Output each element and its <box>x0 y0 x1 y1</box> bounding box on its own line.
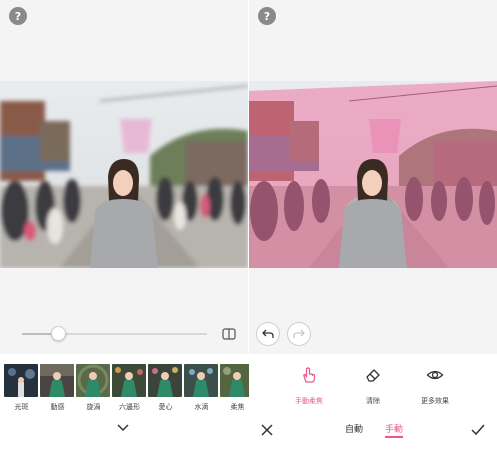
tool-manual-soft-focus[interactable]: 手動柔焦 <box>279 366 339 406</box>
tab-manual[interactable]: 手動 <box>385 422 403 435</box>
manual-tools-panel: 手動柔焦 清除 更多效果 自動 手動 <box>249 354 497 450</box>
filter-item-heart[interactable]: 愛心 <box>148 364 183 412</box>
filter-thumbnail <box>112 364 146 397</box>
filter-item-swirl[interactable]: 旋渦 <box>76 364 111 412</box>
checkmark-icon[interactable] <box>471 424 485 436</box>
mask-photo-preview[interactable] <box>249 81 497 268</box>
tool-clear[interactable]: 清除 <box>343 366 403 406</box>
tab-auto[interactable]: 自動 <box>345 422 363 435</box>
filter-thumbnail <box>40 364 74 397</box>
filter-thumbnail <box>148 364 182 397</box>
redo-icon <box>293 329 305 338</box>
photo-preview <box>0 81 248 268</box>
undo-icon <box>262 329 274 338</box>
chevron-down-icon[interactable] <box>116 422 130 432</box>
eye-icon <box>426 370 444 380</box>
filter-list: 光斑 動感 旋渦 六邊形 愛心 水滴 柔焦 <box>4 364 255 412</box>
filter-item-droplet[interactable]: 水滴 <box>184 364 219 412</box>
filter-thumbnail <box>76 364 110 397</box>
blur-slider-track[interactable] <box>22 333 207 335</box>
mode-bar: 自動 手動 <box>249 420 497 442</box>
filter-thumbnail <box>4 364 38 397</box>
blur-slider-knob[interactable] <box>51 326 66 341</box>
active-tab-indicator <box>385 436 403 438</box>
masked-photo-image <box>249 81 497 268</box>
redo-button[interactable] <box>287 322 311 346</box>
close-icon[interactable] <box>261 424 273 436</box>
help-button[interactable]: ? <box>258 7 276 25</box>
filter-panel: 光斑 動感 旋渦 六邊形 愛心 水滴 柔焦 <box>0 354 254 450</box>
undo-button[interactable] <box>256 322 280 346</box>
filter-item-hexagon[interactable]: 六邊形 <box>112 364 147 412</box>
compare-icon[interactable] <box>222 327 236 341</box>
filter-item-bokeh[interactable]: 光斑 <box>4 364 39 412</box>
tool-more-effects[interactable]: 更多效果 <box>405 366 465 406</box>
filter-item-motion[interactable]: 動感 <box>40 364 75 412</box>
hand-icon <box>303 367 316 383</box>
eraser-icon <box>366 369 380 382</box>
photo-image <box>0 81 248 268</box>
filter-thumbnail <box>184 364 218 397</box>
help-button[interactable]: ? <box>9 7 27 25</box>
